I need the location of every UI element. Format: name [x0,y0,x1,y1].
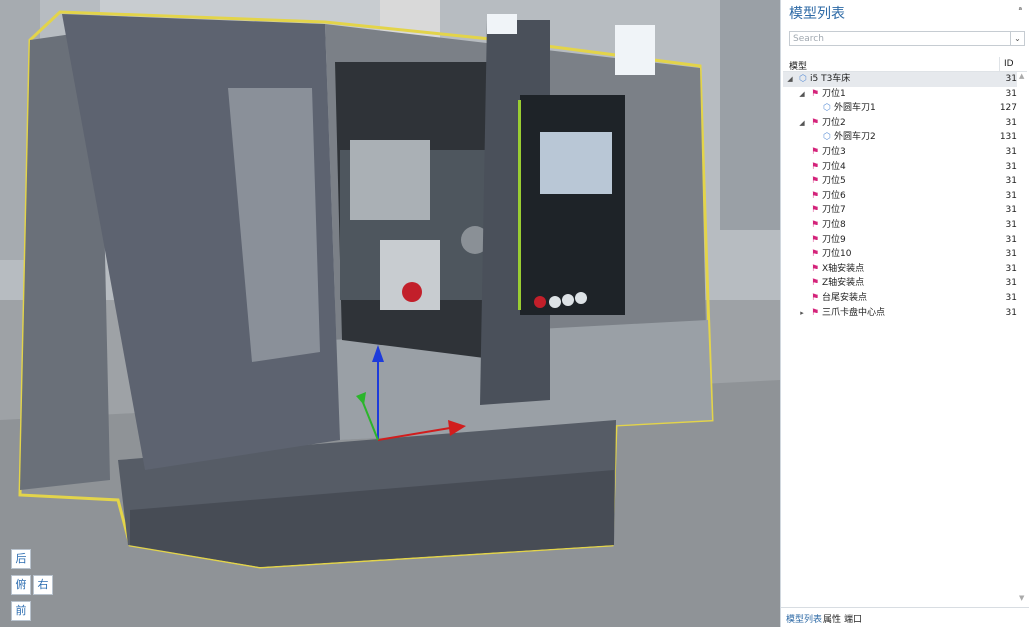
tree-row-label: 刀位4 [822,161,846,172]
tree-row-id: 31 [1005,74,1017,84]
tree-row-id: 31 [1005,146,1017,157]
tree-row[interactable]: ⚑ 台尾安装点 31 [783,291,1017,306]
tree-row[interactable]: ⬡ 外圆车刀1 127 [783,101,1017,116]
tree-row-id: 31 [1005,176,1017,187]
tree-row-label: 三爪卡盘中心点 [822,307,886,318]
flag-icon: ⚑ [810,278,820,289]
search-box: ⌄ [789,31,1025,46]
tree-row-label: X轴安装点 [822,263,865,274]
flag-icon: ⚑ [810,292,820,303]
tree-row-id: 31 [1005,205,1017,216]
tree-row-id: 31 [1005,190,1017,201]
model-list-panel: 模型列表 ᵃ ⌄ 模型 ID ◢⬡i5 T3车床31◢⚑刀位131⬡外圆车刀11… [780,0,1029,627]
tree-row-id: 31 [1005,219,1017,230]
tree-row-id: 31 [1005,263,1017,274]
tree-row-id: 31 [1005,307,1017,318]
tree-row-id: 31 [1005,234,1017,245]
bottom-tabs: 模型列表 属性 端口 [781,607,1029,628]
flag-icon: ⚑ [810,205,820,216]
tree-row[interactable]: ⚑ 刀位4 31 [783,160,1017,175]
tree-row[interactable]: ⬡ 外圆车刀2 131 [783,130,1017,145]
tree-row[interactable]: ◢ ⚑ 刀位1 31 [783,87,1017,102]
tree-row[interactable]: ⚑ 刀位5 31 [783,174,1017,189]
expand-arrow-icon[interactable]: ◢ [786,72,794,87]
tree-row-id: 31 [1005,249,1017,260]
tree-row[interactable]: ⚑ X轴安装点 31 [783,262,1017,277]
tree-row[interactable]: ⚑ 刀位3 31 [783,145,1017,160]
search-input[interactable] [790,32,1011,45]
tree-scrollbar[interactable]: ▲ ▼ [1018,72,1028,602]
flag-icon: ⚑ [810,219,820,230]
scroll-up-icon[interactable]: ▲ [1019,72,1024,80]
tab-ports[interactable]: 端口 [844,612,862,625]
tree-row-label: 刀位1 [822,88,846,99]
flag-icon: ⚑ [810,161,820,172]
expand-arrow-icon[interactable]: ◢ [798,116,806,131]
column-model[interactable]: 模型 [789,59,807,72]
tree-row[interactable]: ◢ ⬡ i5 T3车床 31 [783,72,1017,87]
expand-arrow-icon[interactable]: ◢ [798,87,806,102]
tree-row-label: 台尾安装点 [822,292,868,303]
panel-title: 模型列表 [789,6,845,22]
tree-row-label: 刀位2 [822,117,846,128]
tree-row-id: 31 [1005,161,1017,172]
tree-row[interactable]: ◢ ⚑ 刀位2 31 [783,116,1017,131]
tree-row-label: 刀位10 [822,249,852,260]
tree-row-label: 外圆车刀1 [834,103,876,114]
3d-viewport[interactable]: 后 俯 右 前 [0,0,780,627]
flag-icon: ⚑ [810,249,820,260]
tree-row-id: 31 [1005,88,1017,99]
tree-row-label: 刀位8 [822,219,846,230]
column-id[interactable]: ID [1004,59,1014,69]
cube-icon: ⬡ [799,74,807,84]
tab-properties[interactable]: 属性 [823,612,841,625]
tree-row-label: Z轴安装点 [822,278,865,289]
tree-row[interactable]: ⚑ Z轴安装点 31 [783,276,1017,291]
tree-row[interactable]: ▸ ⚑ 三爪卡盘中心点 31 [783,306,1017,321]
tree-row-id: 127 [999,103,1017,114]
flag-icon: ⚑ [810,88,820,99]
pin-icon[interactable]: ᵃ [1018,6,1022,16]
tree-row[interactable]: ⚑ 刀位7 31 [783,203,1017,218]
view-back-button[interactable]: 后 [11,549,31,569]
tree-row-label: 刀位7 [822,205,846,216]
cube-icon: ⬡ [823,103,831,114]
tree-row-label: 外圆车刀2 [834,132,876,143]
tree-row-id: 31 [1005,292,1017,303]
tree-row-label: 刀位3 [822,146,846,157]
tree-row-label: i5 T3车床 [810,74,851,84]
flag-icon: ⚑ [810,263,820,274]
view-right-button[interactable]: 右 [33,575,53,595]
flag-icon: ⚑ [810,234,820,245]
view-front-button[interactable]: 前 [11,601,31,621]
tree-header: 模型 ID [783,57,1027,72]
chevron-down-icon[interactable]: ⌄ [1010,32,1024,45]
tree-row[interactable]: ⚑ 刀位6 31 [783,189,1017,204]
collapse-arrow-icon[interactable]: ▸ [798,306,806,321]
tree-row-label: 刀位5 [822,176,846,187]
flag-icon: ⚑ [810,190,820,201]
tree-row-label: 刀位6 [822,190,846,201]
flag-icon: ⚑ [810,176,820,187]
flag-icon: ⚑ [810,307,820,318]
tree-row[interactable]: ⚑ 刀位8 31 [783,218,1017,233]
flag-icon: ⚑ [810,146,820,157]
tab-model-list[interactable]: 模型列表 [786,612,822,625]
tree-row-id: 31 [1005,117,1017,128]
cube-icon: ⬡ [823,132,831,143]
tree-row-label: 刀位9 [822,234,846,245]
view-top-button[interactable]: 俯 [11,575,31,595]
tree-row-id: 31 [1005,278,1017,289]
scroll-down-icon[interactable]: ▼ [1019,594,1024,602]
tree-row-id: 131 [999,132,1017,143]
flag-icon: ⚑ [810,117,820,128]
tree-row[interactable]: ⚑ 刀位10 31 [783,247,1017,262]
tree-row[interactable]: ⚑ 刀位9 31 [783,233,1017,248]
model-tree: ◢ ⬡ i5 T3车床 31 ◢ ⚑ 刀位1 31 ⬡ 外圆车刀1 127 ◢ ⚑ 刀位2 31 ⬡ 外圆车刀2… [783,72,1017,320]
lathe-scene [0,0,780,627]
